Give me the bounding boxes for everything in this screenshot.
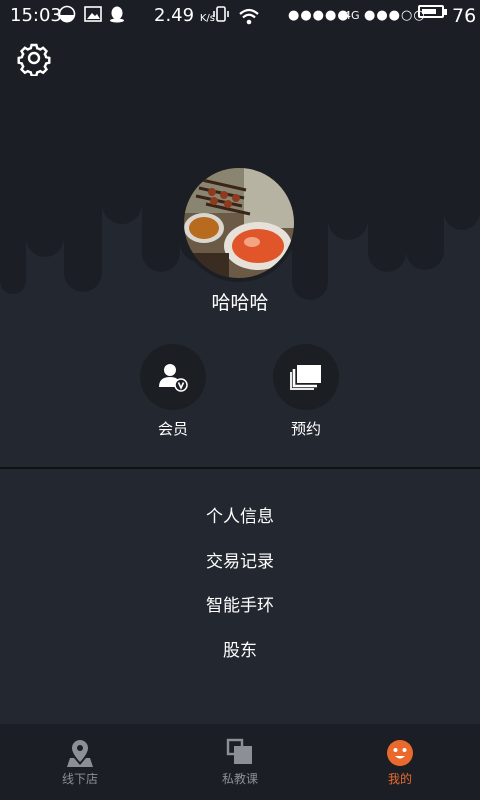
network-type: 4G: [344, 9, 360, 22]
menu-item-personal-info[interactable]: 个人信息: [0, 500, 480, 545]
member-button[interactable]: 会员: [123, 344, 223, 439]
username: 哈哈哈: [211, 292, 269, 314]
profile-menu: 个人信息 交易记录 智能手环 股东: [0, 500, 480, 678]
half-circle-icon: [58, 5, 76, 23]
status-bar: 15:03 2.49 K/s ●●●●● 4G ●●●○○ 76: [0, 0, 480, 32]
stacked-squares-icon: [226, 738, 252, 764]
tab-mine[interactable]: 我的: [350, 724, 450, 800]
booking-label: 预约: [290, 420, 321, 438]
menu-item-transactions[interactable]: 交易记录: [0, 545, 480, 590]
battery-fill: [422, 9, 436, 14]
network-speed-value: 2.49: [154, 5, 195, 26]
booking-circle: [273, 344, 339, 410]
settings-gear-icon[interactable]: [16, 40, 52, 76]
booking-button[interactable]: 预约: [256, 344, 356, 439]
vibrate-icon: [213, 6, 229, 22]
battery-level: 76: [452, 5, 477, 27]
tab-mine-label: 我的: [387, 772, 412, 786]
network-speed: 2.49 K/s: [154, 5, 215, 30]
image-icon: [84, 6, 102, 22]
member-label: 会员: [157, 420, 188, 438]
signal-dots-icon: ●●●●●: [288, 8, 350, 23]
profile-header: 哈哈哈 会员 预约: [0, 32, 480, 468]
tab-private-class-label: 私教课: [221, 772, 258, 786]
tab-private-class[interactable]: 私教课: [190, 724, 290, 800]
penguin-icon: [110, 6, 124, 23]
tab-offline-store-label: 线下店: [61, 772, 98, 786]
bottom-nav: 线下店 私教课 我的: [0, 724, 480, 800]
section-divider: [0, 467, 480, 469]
wifi-icon: [239, 8, 259, 25]
signal-strength-icon: ●●●○○: [364, 8, 426, 23]
status-time: 15:03: [10, 5, 62, 26]
member-circle: [140, 344, 206, 410]
avatar-photo: [184, 168, 294, 278]
profile-screen: 15:03 2.49 K/s ●●●●● 4G ●●●○○ 76 哈哈哈 会员 …: [0, 0, 480, 800]
menu-item-shareholder[interactable]: 股东: [0, 634, 480, 679]
smiley-face-icon: [387, 740, 413, 766]
battery-icon: [418, 5, 447, 18]
avatar[interactable]: [180, 164, 298, 282]
tab-offline-store[interactable]: 线下店: [30, 724, 130, 800]
menu-item-smart-band[interactable]: 智能手环: [0, 589, 480, 634]
member-icon: [159, 364, 188, 392]
booking-stack-icon: [290, 365, 321, 390]
map-pin-icon: [67, 740, 93, 767]
